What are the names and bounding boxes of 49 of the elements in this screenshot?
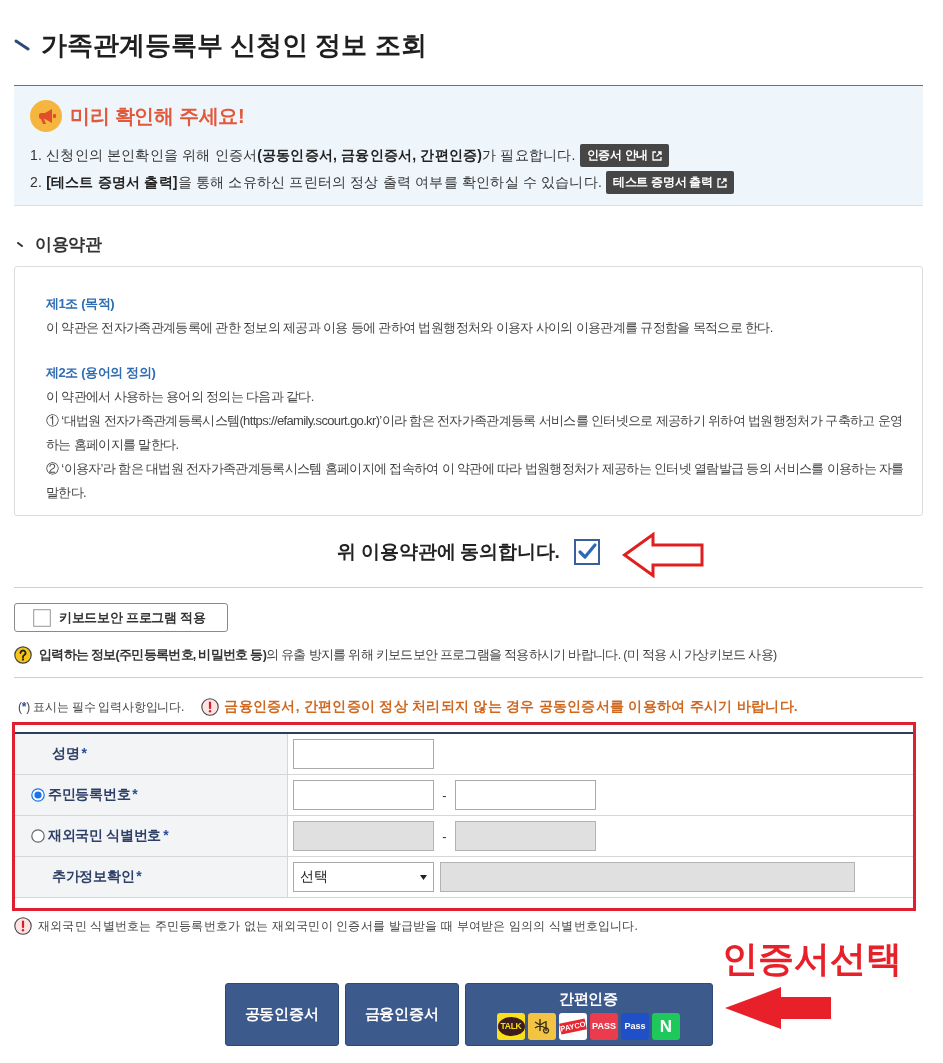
field-label: 재외국민 식별번호* — [48, 827, 169, 845]
separator-text: - — [441, 787, 448, 803]
notice-text: 1. 신청인의 본인확인을 위해 인증서(공동인증서, 금융인증서, 간편인증)가 필요합니다. — [30, 146, 576, 165]
agree-label: 위 이용약관에 동의합니다. — [337, 540, 560, 564]
warning-text: 금융인증서, 간편인증이 정상 처리되지 않는 경우 공동인증서를 이용하여 주시기 바랍니다. — [224, 698, 798, 716]
required-note: (*) 표시는 필수 입력사항입니다. — [18, 698, 185, 716]
page-title: 가족관계등록부 신청인 정보 조회 — [41, 29, 427, 62]
input-field[interactable] — [455, 780, 596, 810]
radio-button[interactable] — [31, 788, 45, 802]
heading-mark-icon — [17, 242, 23, 248]
warning-icon — [201, 698, 220, 716]
checkbox-icon[interactable] — [33, 608, 51, 627]
external-link-icon — [652, 150, 663, 161]
notice-text: 2. [테스트 증명서 출력]을 통해 소유하신 프린터의 정상 출력 여부를 확인하실 수 있습니다. — [30, 173, 602, 192]
article-text: ② ‘이용자’라 함은 대법원 전자가족관계등록시스템 홈페이지에 접속하여 이 약관에 따라 법원행정처가 제공하는 인터넷 열람발급 등의 서비스를 이용하는 자를 말한다. — [46, 460, 905, 502]
article-text: ① ‘대법원 전자가족관계등록시스템(https://efamily.scourt.go.kr)’이라 함은 전자가족관계등록 서비스를 인터넷으로 제공하기 위하여 법원행정처가 구축하고 운영하는 홈페이지를 말한다. — [46, 412, 904, 454]
megaphone-icon — [30, 100, 62, 132]
input-field[interactable] — [293, 739, 434, 769]
logo-tile[interactable]: PASS — [590, 1012, 618, 1040]
keyboard-security-button[interactable]: 키보드보안 프로그램 적용 — [14, 603, 228, 632]
footnote-text: 재외국민 식별번호는 주민등록번호가 없는 재외국민이 인증서를 발급받을 때 부여받은 임의의 식별번호입니다. — [38, 917, 639, 935]
left-arrow-icon — [621, 532, 704, 578]
left-arrow-icon — [725, 987, 831, 1029]
certificate-button[interactable]: 금융인증서 — [344, 983, 459, 1046]
annotation-text: 인증서선택 — [722, 939, 902, 979]
separator-text: - — [441, 828, 448, 844]
field-label: 성명* — [52, 745, 87, 763]
field-label: 추가정보확인* — [52, 868, 142, 886]
guide-button[interactable]: 테스트 증명서 출력 — [606, 171, 734, 194]
star-mark-icon — [533, 1018, 551, 1034]
external-link-icon — [716, 177, 727, 188]
article-text: 이 약관은 전자가족관계등록에 관한 정보의 제공과 이용 등에 관하여 법원행정처와 이용자 사이의 이용관계를 규정함을 목적으로 한다. — [46, 319, 774, 337]
notice-heading: 미리 확인해 주세요! — [70, 103, 245, 129]
article-title: 제1조 (목적) — [46, 295, 116, 313]
logo-tile[interactable]: Pass — [621, 1012, 649, 1040]
hint-text: 입력하는 정보(주민등록번호, 비밀번호 등)의 유출 방지를 위해 키보드보안 프로그램을 적용하시기 바랍니다. (미 적용 시 가상키보드 사용) — [39, 646, 777, 664]
warning-icon — [14, 917, 32, 935]
input-field[interactable] — [293, 780, 434, 810]
guide-button[interactable]: 인증서 안내 — [579, 144, 670, 167]
article-text: 이 약관에서 사용하는 용어의 정의는 다음과 같다. — [46, 388, 315, 406]
logo-tile[interactable] — [528, 1012, 556, 1040]
agree-checkbox[interactable] — [573, 539, 600, 565]
certificate-button[interactable]: 공동인증서 — [224, 983, 339, 1046]
title-mark-icon — [14, 39, 30, 51]
article-title: 제2조 (용어의 정의) — [46, 364, 157, 382]
caret-icon — [420, 874, 427, 880]
field-label: 주민등록번호* — [48, 786, 138, 804]
help-icon — [14, 646, 32, 664]
section-title: 이용약관 — [35, 234, 102, 256]
